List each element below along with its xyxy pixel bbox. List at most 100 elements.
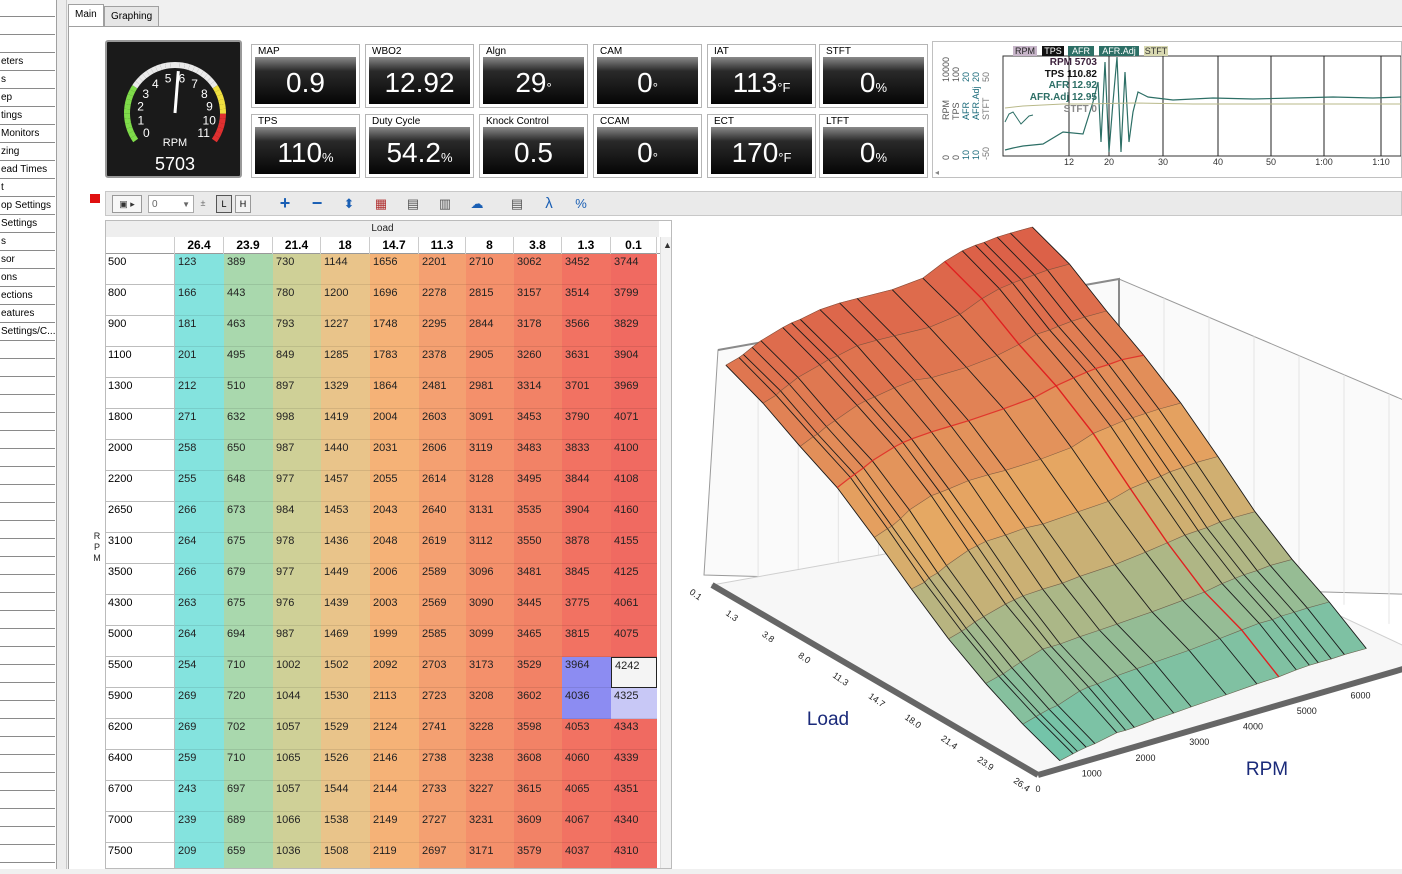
sidebar-item[interactable] xyxy=(0,449,55,467)
table-cell[interactable]: 4065 xyxy=(562,781,611,812)
sidebar-item[interactable] xyxy=(0,17,55,35)
table-cell[interactable]: 3904 xyxy=(611,347,657,378)
rpm-row-header[interactable]: 800 xyxy=(106,285,175,316)
sidebar-item[interactable]: ons xyxy=(0,269,55,287)
sidebar-item[interactable] xyxy=(0,431,55,449)
load-column-header[interactable]: 8 xyxy=(466,237,514,254)
load-column-header[interactable]: 0.1 xyxy=(611,237,657,254)
load-column-header[interactable]: 1.3 xyxy=(562,237,611,254)
sidebar-item[interactable]: ep xyxy=(0,89,55,107)
table-cell[interactable]: 1530 xyxy=(321,688,370,719)
table-scrollbar[interactable]: ▲ xyxy=(660,237,672,869)
gauge-iat[interactable]: IAT113°F xyxy=(707,44,816,108)
gauge-wbo2[interactable]: WBO212.92 xyxy=(365,44,474,108)
sidebar-item[interactable] xyxy=(0,755,55,773)
table-view-icon[interactable]: ▤ xyxy=(508,195,526,213)
table-cell[interactable]: 3171 xyxy=(466,843,514,869)
table-cell[interactable]: 1502 xyxy=(321,657,370,688)
table-cell[interactable]: 269 xyxy=(175,719,224,750)
sidebar-item[interactable] xyxy=(0,575,55,593)
table-cell[interactable]: 2092 xyxy=(370,657,419,688)
table-cell[interactable]: 1002 xyxy=(273,657,321,688)
table-cell[interactable]: 673 xyxy=(224,502,273,533)
sidebar-item[interactable] xyxy=(0,593,55,611)
table-cell[interactable]: 3550 xyxy=(514,533,562,564)
scroll-up-icon[interactable]: ▲ xyxy=(663,240,672,250)
table-cell[interactable]: 1999 xyxy=(370,626,419,657)
table-cell[interactable]: 3481 xyxy=(514,564,562,595)
table-cell[interactable]: 4160 xyxy=(611,502,657,533)
table-cell[interactable]: 897 xyxy=(273,378,321,409)
view-mode-dropdown[interactable]: ▣ ▸ xyxy=(112,195,142,213)
sidebar-item[interactable] xyxy=(0,377,55,395)
table-cell[interactable]: 2603 xyxy=(419,409,466,440)
rpm-row-header[interactable]: 6400 xyxy=(106,750,175,781)
table-cell[interactable]: 3878 xyxy=(562,533,611,564)
table-cell[interactable]: 793 xyxy=(273,316,321,347)
table-cell[interactable]: 976 xyxy=(273,595,321,626)
table-cell[interactable]: 998 xyxy=(273,409,321,440)
sidebar-item[interactable] xyxy=(0,35,55,53)
table-cell[interactable]: 1544 xyxy=(321,781,370,812)
table-cell[interactable]: 2640 xyxy=(419,502,466,533)
sidebar-item[interactable]: zing xyxy=(0,143,55,161)
table-cell[interactable]: 269 xyxy=(175,688,224,719)
table-cell[interactable]: 4351 xyxy=(611,781,657,812)
sidebar-item[interactable] xyxy=(0,719,55,737)
sidebar-item[interactable]: s xyxy=(0,233,55,251)
table-cell[interactable]: 3964 xyxy=(562,657,611,688)
interpolate-horizontal-icon[interactable]: ▤ xyxy=(404,195,422,213)
gauge-knock-control[interactable]: Knock Control0.5 xyxy=(479,114,588,178)
rpm-row-header[interactable]: 5900 xyxy=(106,688,175,719)
table-cell[interactable]: 3609 xyxy=(514,812,562,843)
table-cell[interactable]: 694 xyxy=(224,626,273,657)
table-cell[interactable]: 2278 xyxy=(419,285,466,316)
table-cell[interactable]: 243 xyxy=(175,781,224,812)
table-cell[interactable]: 1864 xyxy=(370,378,419,409)
table-cell[interactable]: 780 xyxy=(273,285,321,316)
rpm-row-header[interactable]: 7000 xyxy=(106,812,175,843)
sidebar-item[interactable]: Settings xyxy=(0,215,55,233)
table-cell[interactable]: 675 xyxy=(224,595,273,626)
table-cell[interactable]: 3128 xyxy=(466,471,514,502)
sidebar-item[interactable] xyxy=(0,611,55,629)
load-column-header[interactable]: 23.9 xyxy=(224,237,273,254)
load-column-header[interactable]: 14.7 xyxy=(370,237,419,254)
table-cell[interactable]: 1419 xyxy=(321,409,370,440)
table-cell[interactable]: 1538 xyxy=(321,812,370,843)
table-cell[interactable]: 2619 xyxy=(419,533,466,564)
table-cell[interactable]: 2043 xyxy=(370,502,419,533)
table-cell[interactable]: 3904 xyxy=(562,502,611,533)
gauge-ccam[interactable]: CCAM0° xyxy=(593,114,702,178)
table-cell[interactable]: 987 xyxy=(273,440,321,471)
table-cell[interactable]: 3602 xyxy=(514,688,562,719)
sidebar-item[interactable]: ead Times xyxy=(0,161,55,179)
table-cell[interactable]: 4037 xyxy=(562,843,611,869)
table-cell[interactable]: 3227 xyxy=(466,781,514,812)
sidebar-item[interactable] xyxy=(0,791,55,809)
sidebar-item[interactable] xyxy=(0,0,55,17)
table-cell[interactable]: 3608 xyxy=(514,750,562,781)
table-cell[interactable]: 2144 xyxy=(370,781,419,812)
tab-graphing[interactable]: Graphing xyxy=(104,6,159,27)
load-column-header[interactable]: 3.8 xyxy=(514,237,562,254)
table-cell[interactable]: 1457 xyxy=(321,471,370,502)
table-cell[interactable]: 4053 xyxy=(562,719,611,750)
table-cell[interactable]: 710 xyxy=(224,657,273,688)
table-cell[interactable]: 2815 xyxy=(466,285,514,316)
sidebar-item[interactable]: tings xyxy=(0,107,55,125)
table-cell[interactable]: 1783 xyxy=(370,347,419,378)
table-cell[interactable]: 2004 xyxy=(370,409,419,440)
table-cell[interactable]: 4071 xyxy=(611,409,657,440)
table-cell[interactable]: 1508 xyxy=(321,843,370,869)
table-cell[interactable]: 3483 xyxy=(514,440,562,471)
table-cell[interactable]: 443 xyxy=(224,285,273,316)
table-cell[interactable]: 1285 xyxy=(321,347,370,378)
gauge-duty-cycle[interactable]: Duty Cycle54.2% xyxy=(365,114,474,178)
table-cell[interactable]: 1436 xyxy=(321,533,370,564)
table-cell[interactable]: 1449 xyxy=(321,564,370,595)
table-cell[interactable]: 1329 xyxy=(321,378,370,409)
interpolate-vertical-icon[interactable]: ▥ xyxy=(436,195,454,213)
table-cell[interactable]: 2295 xyxy=(419,316,466,347)
table-cell[interactable]: 2723 xyxy=(419,688,466,719)
